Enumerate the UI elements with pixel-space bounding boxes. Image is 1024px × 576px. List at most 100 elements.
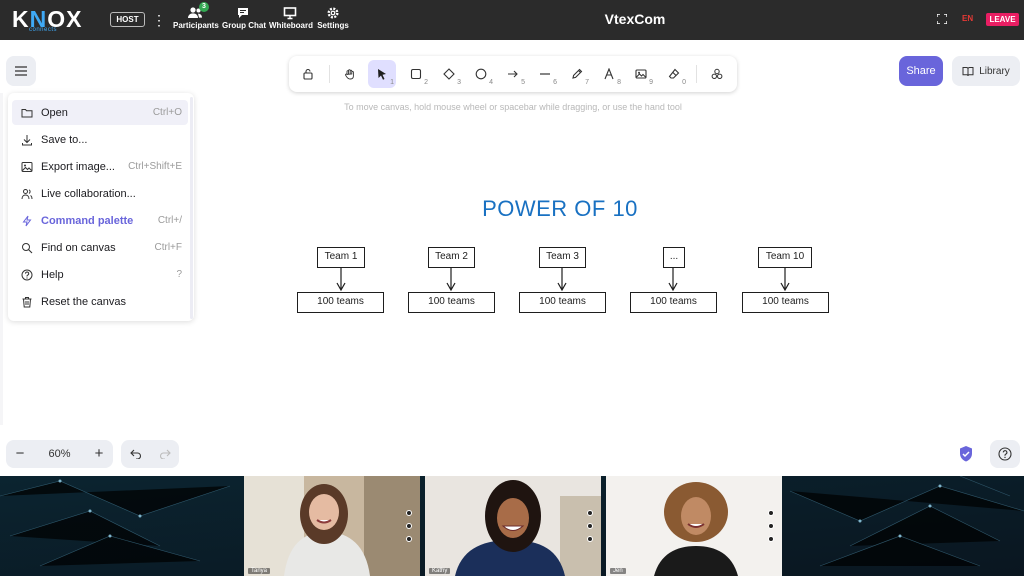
tool-diamond[interactable]: 3 bbox=[435, 60, 463, 88]
library-button[interactable]: Library bbox=[952, 56, 1020, 86]
line-icon bbox=[540, 73, 550, 75]
logo-subtitle: connects bbox=[29, 27, 58, 33]
team-box[interactable]: Team 3 bbox=[539, 247, 586, 268]
redo-button[interactable] bbox=[150, 440, 179, 468]
tool-rectangle[interactable]: 2 bbox=[402, 60, 430, 88]
camera-icon[interactable] bbox=[587, 523, 593, 529]
tool-image[interactable]: 9 bbox=[627, 60, 655, 88]
tool-selection[interactable]: 1 bbox=[368, 60, 396, 88]
participant-name: Jen bbox=[610, 568, 626, 574]
pin-icon[interactable] bbox=[768, 536, 774, 542]
undo-icon bbox=[129, 449, 141, 459]
tool-text[interactable]: 8 bbox=[595, 60, 623, 88]
participant-video-tile[interactable]: Jen bbox=[606, 476, 782, 576]
participants-button[interactable]: 3 Participants bbox=[173, 2, 219, 34]
zoom-level[interactable]: 60% bbox=[34, 440, 85, 468]
whiteboard-button[interactable]: Whiteboard bbox=[269, 6, 313, 34]
more-options-icon[interactable]: ⋮ bbox=[152, 11, 166, 29]
settings-button[interactable]: Settings bbox=[317, 6, 349, 34]
history-controls bbox=[121, 440, 179, 468]
language-selector[interactable]: EN bbox=[962, 14, 973, 23]
diagram-title[interactable]: POWER OF 10 bbox=[460, 196, 660, 222]
menu-item-open[interactable]: Open Ctrl+O bbox=[12, 100, 188, 125]
connector-arrow bbox=[780, 268, 790, 292]
menu-item-command-palette[interactable]: Command palette Ctrl+/ bbox=[12, 208, 188, 233]
hundred-teams-box[interactable]: 100 teams bbox=[519, 292, 606, 313]
rectangle-icon bbox=[410, 68, 422, 80]
participant-video-tile[interactable]: Tanya bbox=[244, 476, 420, 576]
lock-icon bbox=[303, 68, 313, 80]
team-box[interactable]: ... bbox=[663, 247, 685, 268]
fullscreen-icon[interactable] bbox=[937, 14, 947, 24]
tool-lock[interactable] bbox=[294, 60, 322, 88]
menu-item-label: Command palette bbox=[41, 214, 134, 227]
help-icon bbox=[21, 269, 33, 280]
camera-icon[interactable] bbox=[768, 523, 774, 529]
tool-arrow[interactable]: 5 bbox=[499, 60, 527, 88]
top-bar: KNOX connects HOST ⋮ 3 Participants Grou… bbox=[0, 0, 1024, 40]
tool-hand[interactable] bbox=[336, 60, 364, 88]
help-icon bbox=[998, 447, 1012, 461]
connector-arrow bbox=[336, 268, 346, 292]
group-chat-button[interactable]: Group Chat bbox=[222, 6, 266, 34]
zoom-controls: − 60% + bbox=[6, 440, 113, 468]
menu-item-label: Live collaboration... bbox=[41, 187, 136, 200]
hundred-teams-box[interactable]: 100 teams bbox=[297, 292, 384, 313]
tool-draw[interactable]: 7 bbox=[563, 60, 591, 88]
hundred-teams-box[interactable]: 100 teams bbox=[630, 292, 717, 313]
menu-item-label: Open bbox=[41, 106, 68, 119]
menu-item-save-to[interactable]: Save to... bbox=[12, 127, 188, 152]
mic-icon[interactable] bbox=[406, 510, 412, 516]
menu-scrollbar[interactable] bbox=[190, 97, 193, 319]
canvas-hint: To move canvas, hold mouse wheel or spac… bbox=[344, 102, 682, 112]
diamond-icon bbox=[443, 68, 455, 80]
menu-item-export-image[interactable]: Export image... Ctrl+Shift+E bbox=[12, 154, 188, 179]
camera-icon[interactable] bbox=[406, 523, 412, 529]
participant-video-tile[interactable]: Kathy bbox=[425, 476, 601, 576]
toolbar-divider bbox=[329, 65, 330, 83]
shortcut-hint: 4 bbox=[489, 79, 493, 86]
hundred-teams-box[interactable]: 100 teams bbox=[742, 292, 829, 313]
zoom-in-button[interactable]: + bbox=[85, 440, 113, 468]
zoom-out-button[interactable]: − bbox=[6, 440, 34, 468]
menu-item-shortcut: ? bbox=[176, 269, 182, 280]
redo-icon bbox=[159, 449, 171, 459]
team-box[interactable]: Team 2 bbox=[428, 247, 475, 268]
help-button[interactable] bbox=[990, 440, 1020, 468]
shortcut-hint: 6 bbox=[553, 79, 557, 86]
menu-item-live-collaboration[interactable]: Live collaboration... bbox=[12, 181, 188, 206]
team-box[interactable]: Team 1 bbox=[317, 247, 365, 268]
undo-button[interactable] bbox=[121, 440, 150, 468]
whiteboard-canvas[interactable]: 1 2 3 4 5 6 7 8 9 0 To move canvas, hold… bbox=[0, 40, 1024, 476]
meeting-title: VtexCom bbox=[604, 11, 666, 27]
hamburger-icon bbox=[15, 66, 27, 76]
shield-check-icon[interactable] bbox=[958, 445, 974, 463]
tool-eraser[interactable]: 0 bbox=[660, 60, 688, 88]
tile-controls bbox=[406, 510, 414, 549]
pin-icon[interactable] bbox=[406, 536, 412, 542]
share-button[interactable]: Share bbox=[899, 56, 943, 86]
menu-item-find-on-canvas[interactable]: Find on canvas Ctrl+F bbox=[12, 235, 188, 260]
shortcut-hint: 2 bbox=[424, 79, 428, 86]
tile-controls bbox=[587, 510, 595, 549]
hundred-teams-box[interactable]: 100 teams bbox=[408, 292, 495, 313]
team-box[interactable]: Team 10 bbox=[758, 247, 812, 268]
menu-item-help[interactable]: Help ? bbox=[12, 262, 188, 287]
participant-name: Kathy bbox=[429, 568, 451, 574]
menu-item-reset-canvas[interactable]: Reset the canvas bbox=[12, 289, 188, 314]
users-icon bbox=[21, 188, 33, 199]
folder-icon bbox=[21, 108, 33, 117]
tool-line[interactable]: 6 bbox=[531, 60, 559, 88]
host-badge: HOST bbox=[110, 12, 145, 27]
mic-icon[interactable] bbox=[768, 510, 774, 516]
pin-icon[interactable] bbox=[587, 536, 593, 542]
main-menu-button[interactable] bbox=[6, 56, 36, 86]
settings-icon bbox=[327, 7, 339, 19]
menu-item-label: Reset the canvas bbox=[41, 295, 126, 308]
mic-icon[interactable] bbox=[587, 510, 593, 516]
shortcut-hint: 9 bbox=[649, 79, 653, 86]
leave-button[interactable]: LEAVE bbox=[986, 13, 1019, 26]
participant-video bbox=[244, 476, 420, 576]
tool-more-shapes[interactable] bbox=[703, 60, 731, 88]
tool-ellipse[interactable]: 4 bbox=[467, 60, 495, 88]
